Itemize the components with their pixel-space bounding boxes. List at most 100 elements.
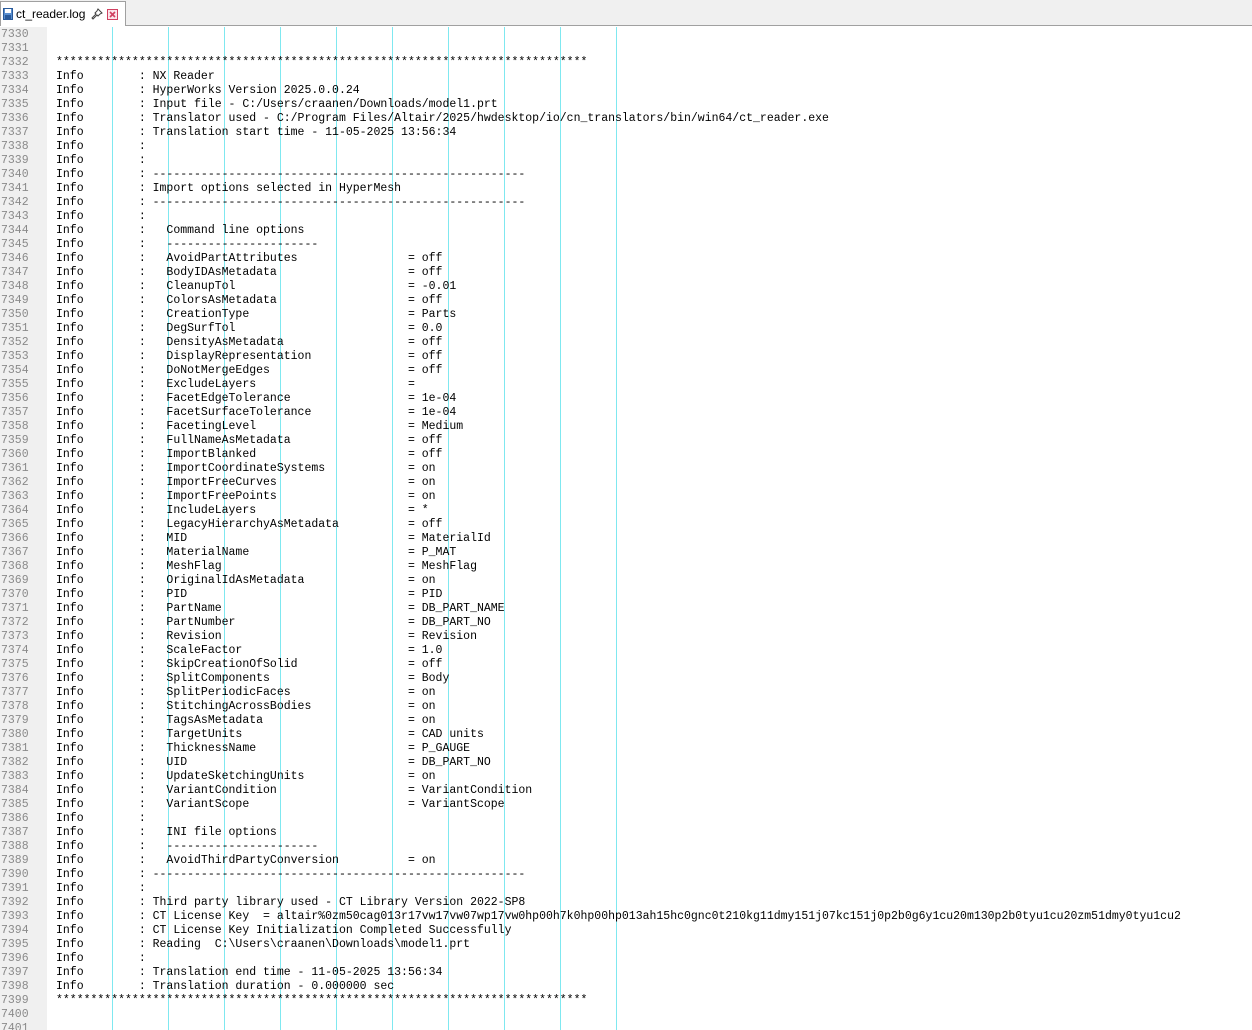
line-number: 7364 xyxy=(1,504,29,517)
line-number: 7335 xyxy=(1,98,29,111)
line-text: Info : xyxy=(56,952,146,965)
log-line: 7349 Info : ColorsAsMetadata = off xyxy=(0,294,1252,308)
line-text: Info : xyxy=(56,140,146,153)
close-icon[interactable] xyxy=(107,8,119,20)
log-line: 7365 Info : LegacyHierarchyAsMetadata = o… xyxy=(0,518,1252,532)
log-line: 7338 Info : xyxy=(0,140,1252,154)
line-number: 7333 xyxy=(1,70,29,83)
line-text: Info : LegacyHierarchyAsMetadata = off xyxy=(56,518,443,531)
line-text: Info : ImportFreeCurves = on xyxy=(56,476,436,489)
save-file-icon xyxy=(3,8,13,20)
line-number: 7394 xyxy=(1,924,29,937)
line-text: Info : Translation start time - 11-05-20… xyxy=(56,126,457,139)
line-number: 7387 xyxy=(1,826,29,839)
log-line: 7370 Info : PID = PID xyxy=(0,588,1252,602)
log-line: 7343 Info : xyxy=(0,210,1252,224)
log-line: 7399 ************************************… xyxy=(0,994,1252,1008)
log-line: 7351 Info : DegSurfTol = 0.0 xyxy=(0,322,1252,336)
log-line: 7371 Info : PartName = DB_PART_NAME xyxy=(0,602,1252,616)
line-text: Info : Translator used - C:/Program File… xyxy=(56,112,829,125)
pin-icon[interactable] xyxy=(91,8,104,20)
line-number: 7390 xyxy=(1,868,29,881)
line-number: 7397 xyxy=(1,966,29,979)
line-text: Info : AvoidThirdPartyConversion = on xyxy=(56,854,436,867)
line-number: 7369 xyxy=(1,574,29,587)
line-number: 7355 xyxy=(1,378,29,391)
log-line: 7358 Info : FacetingLevel = Medium xyxy=(0,420,1252,434)
log-line: 7398 Info : Translation duration - 0.0000… xyxy=(0,980,1252,994)
line-number: 7386 xyxy=(1,812,29,825)
tab-ct-reader-log[interactable]: ct_reader.log xyxy=(0,1,126,26)
log-line: 7339 Info : xyxy=(0,154,1252,168)
line-number: 7366 xyxy=(1,532,29,545)
line-text: Info : BodyIDAsMetadata = off xyxy=(56,266,443,279)
text-editor[interactable]: 7330 7331 7332 ****************************… xyxy=(0,27,1252,1030)
line-text: Info : MID = MaterialId xyxy=(56,532,491,545)
line-text: Info : PartName = DB_PART_NAME xyxy=(56,602,505,615)
log-line: 7364 Info : IncludeLayers = * xyxy=(0,504,1252,518)
log-line: 7377 Info : SplitPeriodicFaces = on xyxy=(0,686,1252,700)
line-number: 7373 xyxy=(1,630,29,643)
line-text: Info : ColorsAsMetadata = off xyxy=(56,294,443,307)
log-line: 7355 Info : ExcludeLayers = xyxy=(0,378,1252,392)
log-line: 7361 Info : ImportCoordinateSystems = on xyxy=(0,462,1252,476)
line-number: 7380 xyxy=(1,728,29,741)
log-line: 7337 Info : Translation start time - 11-0… xyxy=(0,126,1252,140)
log-line: 7341 Info : Import options selected in Hy… xyxy=(0,182,1252,196)
line-text: Info : Input file - C:/Users/craanen/Dow… xyxy=(56,98,498,111)
line-text: Info : FacetingLevel = Medium xyxy=(56,420,464,433)
log-line: 7350 Info : CreationType = Parts xyxy=(0,308,1252,322)
line-text: Info : Command line options xyxy=(56,224,305,237)
line-text: Info : INI file options xyxy=(56,826,277,839)
line-text: Info : FacetSurfaceTolerance = 1e-04 xyxy=(56,406,457,419)
line-text: Info : VariantCondition = VariantConditi… xyxy=(56,784,533,797)
log-line: 7378 Info : StitchingAcrossBodies = on xyxy=(0,700,1252,714)
line-number: 7347 xyxy=(1,266,29,279)
log-line: 7359 Info : FullNameAsMetadata = off xyxy=(0,434,1252,448)
line-number: 7348 xyxy=(1,280,29,293)
line-number: 7372 xyxy=(1,616,29,629)
line-number: 7381 xyxy=(1,742,29,755)
log-line: 7392 Info : Third party library used - CT… xyxy=(0,896,1252,910)
line-text: Info : ExcludeLayers = xyxy=(56,378,415,391)
log-line: 7356 Info : FacetEdgeTolerance = 1e-04 xyxy=(0,392,1252,406)
line-text: Info : UID = DB_PART_NO xyxy=(56,756,491,769)
line-number: 7382 xyxy=(1,756,29,769)
line-text: Info : DegSurfTol = 0.0 xyxy=(56,322,443,335)
line-number: 7336 xyxy=(1,112,29,125)
line-number: 7337 xyxy=(1,126,29,139)
log-line: 7395 Info : Reading C:\Users\craanen\Down… xyxy=(0,938,1252,952)
line-number: 7388 xyxy=(1,840,29,853)
log-line: 7333 Info : NX Reader xyxy=(0,70,1252,84)
log-line: 7397 Info : Translation end time - 11-05-… xyxy=(0,966,1252,980)
line-text: Info : NX Reader xyxy=(56,70,215,83)
line-text: Info : MeshFlag = MeshFlag xyxy=(56,560,477,573)
line-number: 7367 xyxy=(1,546,29,559)
log-line: 7372 Info : PartNumber = DB_PART_NO xyxy=(0,616,1252,630)
line-number: 7342 xyxy=(1,196,29,209)
log-line: 7336 Info : Translator used - C:/Program … xyxy=(0,112,1252,126)
line-text: Info : CT License Key Initialization Com… xyxy=(56,924,512,937)
line-number: 7345 xyxy=(1,238,29,251)
line-text: Info : DensityAsMetadata = off xyxy=(56,336,443,349)
log-line: 7331 xyxy=(0,42,1252,56)
tab-bar: ct_reader.log xyxy=(0,0,1252,26)
line-text: Info : PartNumber = DB_PART_NO xyxy=(56,616,491,629)
log-line: 7348 Info : CleanupTol = -0.01 xyxy=(0,280,1252,294)
line-text: Info : ImportCoordinateSystems = on xyxy=(56,462,436,475)
line-text: Info : xyxy=(56,154,146,167)
log-line: 7368 Info : MeshFlag = MeshFlag xyxy=(0,560,1252,574)
line-number: 7391 xyxy=(1,882,29,895)
line-number: 7385 xyxy=(1,798,29,811)
line-number: 7379 xyxy=(1,714,29,727)
line-text: Info : DoNotMergeEdges = off xyxy=(56,364,443,377)
line-number: 7356 xyxy=(1,392,29,405)
line-number: 7368 xyxy=(1,560,29,573)
line-text: Info : MaterialName = P_MAT xyxy=(56,546,457,559)
log-line: 7354 Info : DoNotMergeEdges = off xyxy=(0,364,1252,378)
log-line: 7335 Info : Input file - C:/Users/craanen… xyxy=(0,98,1252,112)
line-number: 7365 xyxy=(1,518,29,531)
log-line: 7384 Info : VariantCondition = VariantCon… xyxy=(0,784,1252,798)
line-text: Info : TagsAsMetadata = on xyxy=(56,714,436,727)
line-text: Info : ImportFreePoints = on xyxy=(56,490,436,503)
